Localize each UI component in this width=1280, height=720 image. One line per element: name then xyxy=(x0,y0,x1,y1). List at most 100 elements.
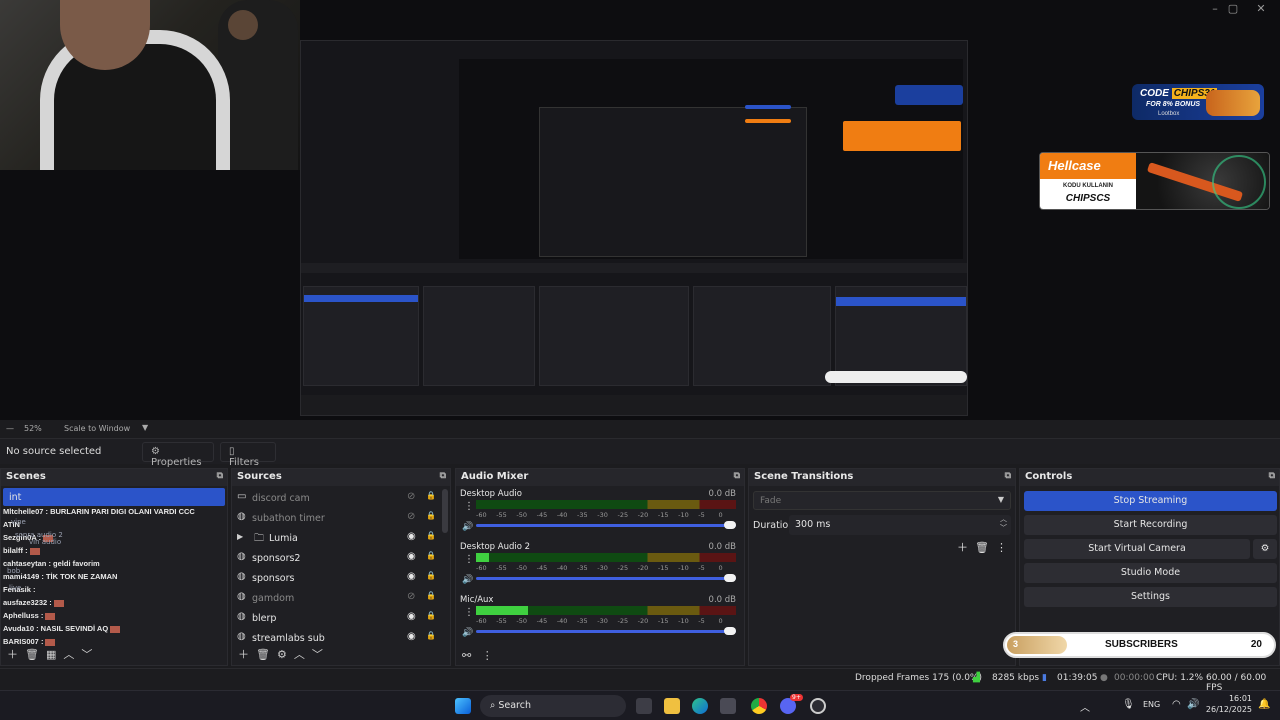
speaker-icon[interactable]: 🔊 xyxy=(462,575,473,585)
menu-dots-icon[interactable]: ⋮ xyxy=(996,541,1007,554)
start-virtual-camera-button[interactable]: Start Virtual Camera xyxy=(1024,539,1250,559)
source-item[interactable]: ◍ gamdom ⊘ 🔒 xyxy=(232,588,440,608)
notification-icon[interactable]: 🔔 xyxy=(1258,699,1270,710)
clock-time[interactable]: 16:01 xyxy=(1210,694,1252,703)
down-icon[interactable]: ﹀ xyxy=(81,648,92,661)
level-fill xyxy=(476,553,489,562)
language-indicator[interactable]: ENG xyxy=(1143,700,1160,709)
volume-slider[interactable] xyxy=(476,521,736,529)
eye-icon[interactable]: ◉ xyxy=(407,631,416,642)
settings-icon[interactable]: ▦ xyxy=(46,648,56,661)
taskbar-search[interactable]: ⌕ Search xyxy=(480,695,626,717)
speaker-icon[interactable]: 🔊 xyxy=(462,522,473,532)
source-item[interactable]: ▶ 🗀 Lumia ◉ 🔒 xyxy=(232,528,440,548)
start-recording-button[interactable]: Start Recording xyxy=(1024,515,1277,535)
source-item[interactable]: ◍ blerp ◉ 🔒 xyxy=(232,608,440,628)
close-button[interactable]: ✕ xyxy=(1246,2,1276,16)
popout-icon[interactable]: ⧉ xyxy=(1269,471,1275,481)
stream-icon: ▮ xyxy=(1042,673,1047,683)
eye-icon[interactable]: ◉ xyxy=(407,551,416,562)
properties-button[interactable]: ⚙ Properties xyxy=(142,442,214,468)
tray-chevron-icon[interactable]: ︿ xyxy=(1080,699,1090,714)
chat-text: : xyxy=(38,637,44,646)
trash-icon[interactable]: 🗑 xyxy=(975,541,989,554)
volume-icon[interactable]: 🔊 xyxy=(1187,699,1199,710)
chevron-down-icon[interactable]: ▼ xyxy=(142,423,148,432)
maximize-button[interactable]: ▢ xyxy=(1218,2,1248,16)
volume-knob[interactable] xyxy=(724,521,736,529)
volume-slider[interactable] xyxy=(476,627,736,635)
level-meter xyxy=(476,553,736,562)
duration-input[interactable]: 300 ms ︿ ﹀ xyxy=(789,515,1011,535)
unlock-icon[interactable]: 🔒 xyxy=(426,631,436,640)
eye-icon[interactable]: ◉ xyxy=(407,611,416,622)
stepper-icon[interactable]: ︿ ﹀ xyxy=(1000,515,1007,533)
chat-text: : TİK TOK NE ZAMAN xyxy=(39,572,118,581)
add-icon[interactable]: ＋ xyxy=(7,648,18,661)
eye-icon[interactable]: ◉ xyxy=(407,531,416,542)
trash-icon[interactable]: 🗑 xyxy=(25,648,39,661)
expand-icon[interactable]: ▶ xyxy=(237,532,243,541)
lock-icon[interactable]: 🔒 xyxy=(426,511,436,520)
gear-icon[interactable]: ⚙ xyxy=(277,648,287,661)
popout-icon[interactable]: ⧉ xyxy=(734,471,740,481)
unlock-icon[interactable]: 🔒 xyxy=(426,611,436,620)
chrome-icon[interactable] xyxy=(751,698,767,714)
obs-icon[interactable] xyxy=(810,698,826,714)
collapse-icon[interactable]: — xyxy=(6,424,14,433)
volume-slider[interactable] xyxy=(476,574,736,582)
unlock-icon[interactable]: 🔒 xyxy=(426,551,436,560)
transition-select[interactable]: Fade ▼ xyxy=(753,491,1011,510)
task-view-icon[interactable] xyxy=(636,698,652,714)
up-icon[interactable]: ︿ xyxy=(63,648,74,661)
volume-knob[interactable] xyxy=(724,574,736,582)
scene-item-selected[interactable]: int xyxy=(3,488,225,506)
eye-hidden-icon[interactable]: ⊘ xyxy=(407,591,415,602)
unlock-icon[interactable]: 🔒 xyxy=(426,591,436,600)
popout-icon[interactable]: ⧉ xyxy=(1005,471,1011,481)
up-icon[interactable]: ︿ xyxy=(294,648,305,661)
down-icon[interactable]: ﹀ xyxy=(312,648,323,661)
wifi-icon[interactable]: ◠ xyxy=(1172,699,1181,710)
filters-button[interactable]: ▯ Filters xyxy=(220,442,276,468)
db-tick: -45 xyxy=(536,564,548,572)
edge-icon[interactable] xyxy=(692,698,708,714)
scrollbar[interactable] xyxy=(442,489,448,533)
add-icon[interactable]: ＋ xyxy=(957,541,968,554)
stop-streaming-button[interactable]: Stop Streaming xyxy=(1024,491,1277,511)
lock-icon[interactable]: 🔒 xyxy=(426,491,436,500)
menu-dots-icon[interactable]: ⋮ xyxy=(464,501,474,512)
menu-dots-icon[interactable]: ⋮ xyxy=(464,607,474,618)
program-preview[interactable]: CODE CHIPS31 FOR 8% BONUS Lootbox Hellca… xyxy=(0,0,1280,420)
transition-toolbar: ＋ 🗑 ⋮ xyxy=(957,539,1007,555)
popout-icon[interactable]: ⧉ xyxy=(217,471,223,481)
clock-date[interactable]: 26/12/2025 xyxy=(1200,705,1252,714)
settings-button[interactable]: Settings xyxy=(1024,587,1277,607)
studio-mode-button[interactable]: Studio Mode xyxy=(1024,563,1277,583)
start-icon[interactable] xyxy=(455,698,471,714)
lock-icon[interactable]: 🔒 xyxy=(426,531,436,540)
menu-dots-icon[interactable]: ⋮ xyxy=(482,649,493,662)
source-item[interactable]: ▭ discord cam ⊘ 🔒 xyxy=(232,488,440,508)
monitor-icon: ▭ xyxy=(237,491,247,502)
source-item[interactable]: ◍ subathon timer ⊘ 🔒 xyxy=(232,508,440,528)
scale-mode-select[interactable]: Scale to Window xyxy=(64,424,130,433)
eye-hidden-icon[interactable]: ⊘ xyxy=(407,511,415,522)
source-item[interactable]: ◍ sponsors2 ◉ 🔒 xyxy=(232,548,440,568)
store-icon[interactable] xyxy=(720,698,736,714)
add-icon[interactable]: ＋ xyxy=(238,648,249,661)
trash-icon[interactable]: 🗑 xyxy=(256,648,270,661)
virtual-camera-settings-button[interactable]: ⚙ xyxy=(1253,539,1277,559)
source-item[interactable]: ◍ sponsors ◉ 🔒 xyxy=(232,568,440,588)
mic-icon[interactable]: 🎙 xyxy=(1122,699,1135,710)
unlock-icon[interactable]: 🔒 xyxy=(426,571,436,580)
source-item[interactable]: ◍ streamlabs sub ◉ 🔒 xyxy=(232,628,440,648)
link-icon[interactable]: ⚯ xyxy=(462,649,471,662)
popout-icon[interactable]: ⧉ xyxy=(440,471,446,481)
eye-icon[interactable]: ◉ xyxy=(407,571,416,582)
eye-hidden-icon[interactable]: ⊘ xyxy=(407,491,415,502)
volume-knob[interactable] xyxy=(724,627,736,635)
menu-dots-icon[interactable]: ⋮ xyxy=(464,554,474,565)
speaker-icon[interactable]: 🔊 xyxy=(462,628,473,638)
file-explorer-icon[interactable] xyxy=(664,698,680,714)
